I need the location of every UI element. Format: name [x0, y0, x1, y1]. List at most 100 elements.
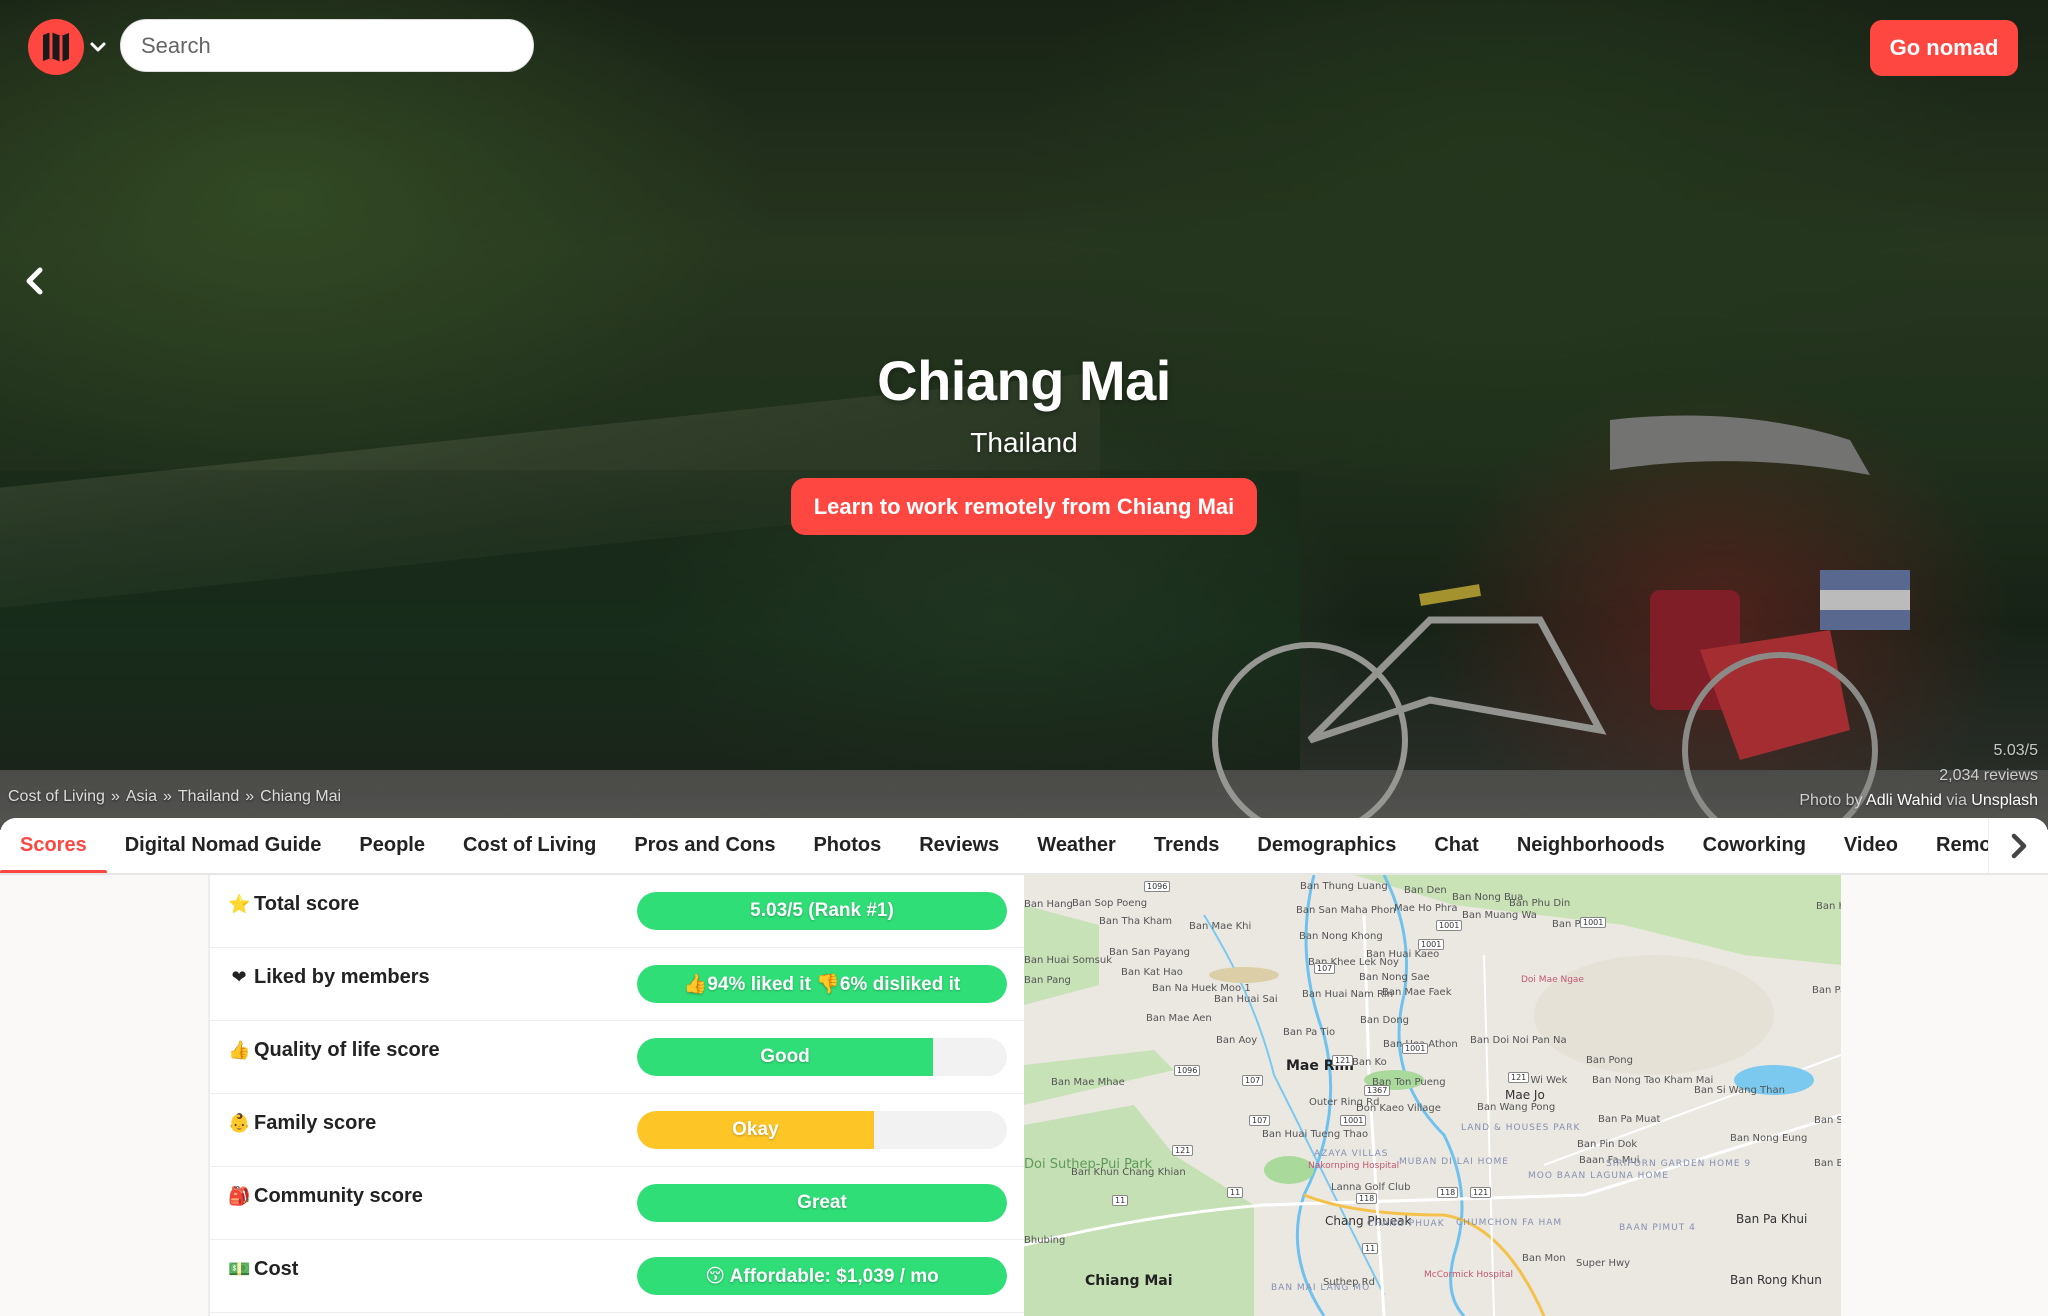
- star-icon: ⭐: [228, 894, 251, 915]
- map-place-label: Ban Aoy: [1216, 1035, 1258, 1046]
- score-value: Okay: [732, 1119, 779, 1140]
- score-value: Great: [797, 1192, 847, 1213]
- road-shield: 107: [1249, 1115, 1271, 1126]
- road-shield: 121: [1332, 1055, 1354, 1066]
- credit-author-link[interactable]: Adli Wahid: [1866, 792, 1942, 809]
- map-place-label: Doi Suthep-Pui Park: [1024, 1157, 1153, 1172]
- country-link[interactable]: Thailand: [970, 427, 1077, 458]
- score-label: 💵 Cost: [228, 1258, 298, 1281]
- map-place-label: Bhubing: [1024, 1235, 1066, 1246]
- map-place-label: Ban Rong Khun: [1730, 1273, 1822, 1287]
- breadcrumb-cost-of-living[interactable]: Cost of Living: [8, 788, 105, 806]
- map-place-label: CHUMCHON FA HAM: [1456, 1218, 1563, 1228]
- chevron-left-icon[interactable]: [20, 264, 50, 298]
- left-gutter: [0, 875, 208, 1316]
- tab-photos[interactable]: Photos: [813, 818, 881, 873]
- learn-remote-button[interactable]: Learn to work remotely from Chiang Mai: [791, 478, 1257, 535]
- search-input[interactable]: [120, 19, 534, 72]
- map-place-label: Mae Jo: [1505, 1088, 1545, 1102]
- credit-source-link[interactable]: Unsplash: [1971, 792, 2038, 809]
- tab-weather[interactable]: Weather: [1037, 818, 1116, 873]
- map-place-label: Outer Ring Rd: [1309, 1097, 1380, 1108]
- map-place-label: Ban Bo Hin: [1814, 1158, 1841, 1169]
- map-place-label: Ban Mae Faek: [1382, 987, 1452, 998]
- map-place-label: Ban Pang: [1024, 975, 1071, 986]
- review-count[interactable]: 2,034 reviews: [1799, 763, 2038, 788]
- go-nomad-button[interactable]: Go nomad: [1870, 20, 2018, 76]
- map-place-label: Doi Mae Ngae: [1521, 975, 1584, 985]
- tab-neighborhoods[interactable]: Neighborhoods: [1517, 818, 1665, 873]
- logo[interactable]: [28, 19, 84, 75]
- map-place-label: Ban Nong Eung: [1730, 1133, 1808, 1144]
- map-place-label: CHANG PHUAK: [1367, 1219, 1445, 1229]
- road-shield: 121: [1470, 1187, 1492, 1198]
- breadcrumb-separator: »: [245, 788, 255, 805]
- map-place-label: Ban San Ton Pao: [1814, 1115, 1841, 1126]
- tab-reviews[interactable]: Reviews: [919, 818, 999, 873]
- map-place-label: Nakornping Hospital: [1308, 1161, 1400, 1171]
- road-shield: 1096: [1144, 881, 1171, 892]
- map-place-label: Ban Pin Dok: [1577, 1139, 1638, 1150]
- map-place-label: Ban San Maha Phon: [1296, 905, 1396, 916]
- road-shield: 1367: [1364, 1085, 1391, 1096]
- tab-demographics[interactable]: Demographics: [1257, 818, 1396, 873]
- score-bar[interactable]: Good: [637, 1038, 1007, 1076]
- tab-trends[interactable]: Trends: [1154, 818, 1220, 873]
- score-row: 🎒 Community score Great: [210, 1167, 1024, 1240]
- backpack-icon: 🎒: [228, 1186, 251, 1207]
- scores-panel: ⭐ Total score 5.03/5 (Rank #1) ❤ Liked by me…: [208, 875, 1024, 1316]
- score-bar[interactable]: Great: [637, 1184, 1007, 1222]
- chevron-down-icon[interactable]: [88, 37, 108, 57]
- score-bar[interactable]: 👍94% liked it 👎6% disliked it: [637, 965, 1007, 1003]
- breadcrumb-chiang-mai[interactable]: Chiang Mai: [260, 788, 341, 806]
- score-label-text: Quality of life score: [254, 1039, 440, 1061]
- tab-people[interactable]: People: [359, 818, 425, 873]
- map-place-label: Ban Huai Sai: [1214, 994, 1278, 1005]
- map-place-label: Ban Thung Luang: [1300, 881, 1388, 892]
- tab-chat[interactable]: Chat: [1434, 818, 1478, 873]
- score-value: 😚 Affordable: $1,039 / mo: [705, 1265, 939, 1287]
- road-shield: 107: [1242, 1075, 1264, 1086]
- city-map[interactable]: Ban Sop Poeng Ban Tha Kham Ban San Payang B…: [1024, 875, 1841, 1316]
- score-value: Good: [760, 1046, 810, 1067]
- score-bar[interactable]: Okay: [637, 1111, 1007, 1149]
- map-place-label: AZAYA VILLAS: [1314, 1149, 1389, 1159]
- score-bar[interactable]: 5.03/5 (Rank #1): [637, 892, 1007, 930]
- tabs-scroll-right-button[interactable]: [1988, 818, 2048, 873]
- breadcrumb-separator: »: [162, 788, 172, 805]
- map-place-label: Ban Mon: [1522, 1253, 1566, 1264]
- map-place-label: MUBAN DI LAI HOME: [1399, 1157, 1509, 1167]
- breadcrumb-asia[interactable]: Asia: [126, 788, 157, 806]
- map-place-label: Ban Kat Hao: [1121, 967, 1183, 978]
- map-place-label: Ban Huai Somsuk: [1024, 955, 1112, 966]
- map-place-label: Ban Pa Muat: [1598, 1114, 1661, 1125]
- breadcrumb-thailand[interactable]: Thailand: [178, 788, 239, 806]
- map-place-label: Mae Ho Phra: [1394, 903, 1458, 914]
- hero-meta: 5.03/5 2,034 reviews Photo by Adli Wahid…: [1799, 738, 2038, 813]
- map-place-label: Ban Muang Wa: [1462, 910, 1537, 921]
- map-place-label: Ban Huai Tueng Thao: [1262, 1129, 1369, 1140]
- right-gutter: [1841, 875, 2048, 1316]
- money-icon: 💵: [228, 1259, 251, 1280]
- road-shield: 1001: [1436, 920, 1463, 931]
- tab-digital-nomad-guide[interactable]: Digital Nomad Guide: [125, 818, 322, 873]
- map-place-label: McCormick Hospital: [1424, 1270, 1514, 1280]
- map-place-label: Ban Nong Sae: [1359, 972, 1430, 983]
- tab-scores[interactable]: Scores: [0, 818, 107, 873]
- score-label-text: Community score: [254, 1185, 423, 1207]
- map-place-label: SIRIPORN GARDEN HOME 9: [1606, 1159, 1752, 1169]
- score-row: ⭐ Total score 5.03/5 (Rank #1): [210, 875, 1024, 948]
- tab-pros-and-cons[interactable]: Pros and Cons: [634, 818, 775, 873]
- score-value: 👍94% liked it 👎6% disliked it: [683, 974, 961, 995]
- tab-coworking[interactable]: Coworking: [1703, 818, 1806, 873]
- road-shield: 1001: [1340, 1115, 1367, 1126]
- road-shield: 118: [1437, 1187, 1459, 1198]
- map-place-label: Super Hwy: [1576, 1258, 1631, 1269]
- score-bar[interactable]: 😚 Affordable: $1,039 / mo: [637, 1257, 1007, 1295]
- score-label-text: Liked by members: [254, 966, 430, 988]
- road-shield: 107: [1314, 963, 1336, 974]
- tab-video[interactable]: Video: [1844, 818, 1898, 873]
- map-place-label: Ban Doi Noi Pan Na: [1470, 1035, 1567, 1046]
- score-row: 👍 Quality of life score Good: [210, 1021, 1024, 1094]
- tab-cost-of-living[interactable]: Cost of Living: [463, 818, 596, 873]
